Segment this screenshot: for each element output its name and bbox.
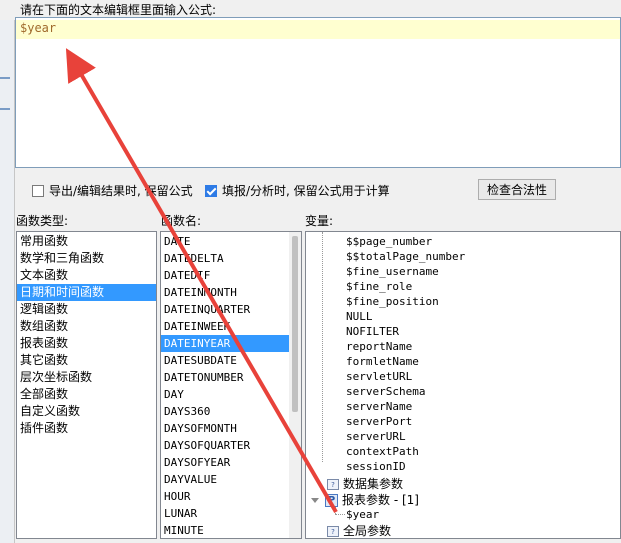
arrow-line	[65, 48, 338, 514]
annotation-arrow	[65, 48, 338, 514]
